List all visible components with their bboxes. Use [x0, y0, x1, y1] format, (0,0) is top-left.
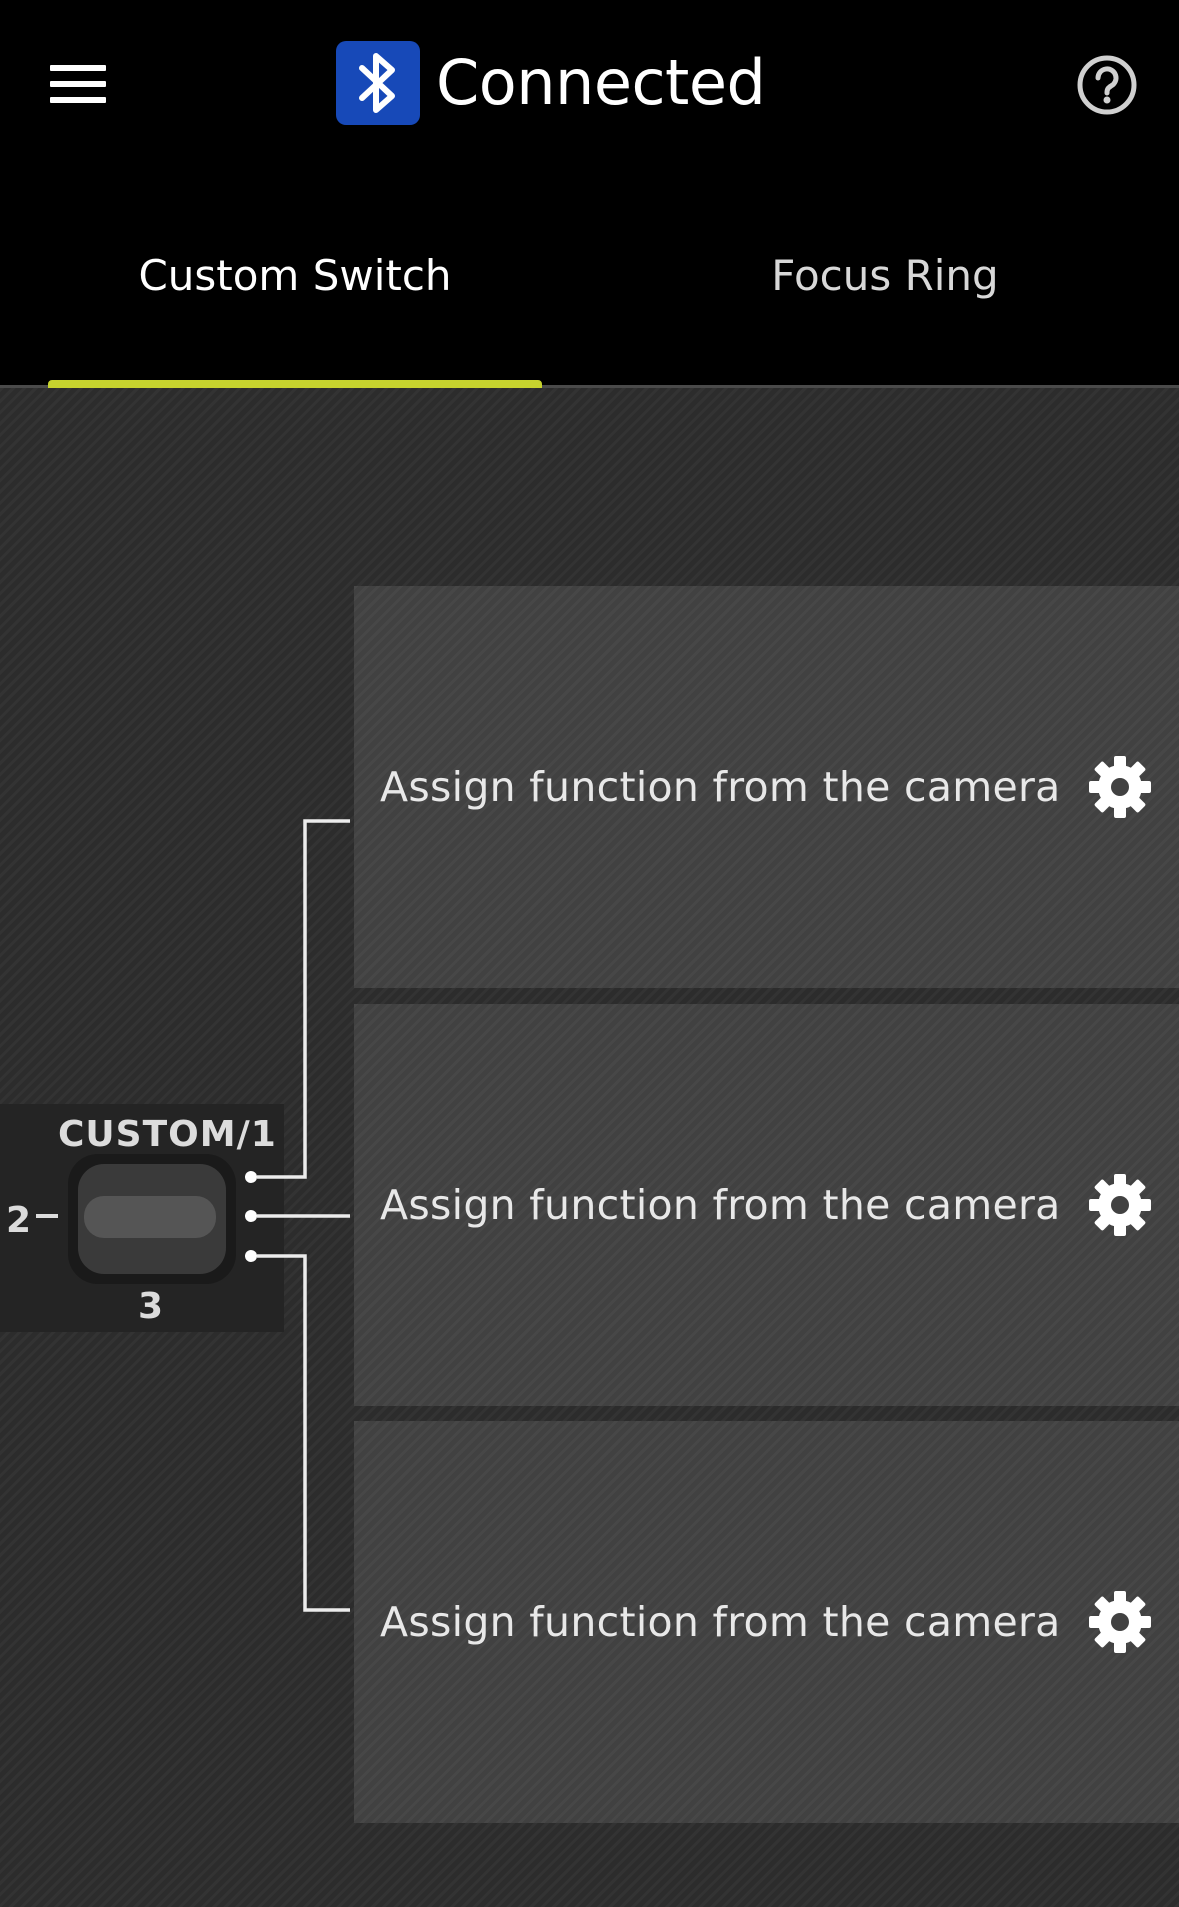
app-root: Connected Custom Switch Focus Ring CUSTO… — [0, 0, 1179, 1907]
top-bar: Connected — [0, 0, 1179, 168]
function-slot-2[interactable]: Assign function from the camera — [354, 1004, 1179, 1406]
function-slot-3[interactable]: Assign function from the camera — [354, 1421, 1179, 1823]
gear-icon[interactable] — [1088, 1173, 1152, 1237]
menu-icon[interactable] — [50, 56, 118, 112]
function-slot-3-label: Assign function from the camera — [380, 1598, 1061, 1646]
function-slot-2-label: Assign function from the camera — [380, 1181, 1061, 1229]
gear-icon[interactable] — [1088, 755, 1152, 819]
bluetooth-icon — [336, 41, 420, 125]
tab-custom-switch[interactable]: Custom Switch — [48, 166, 542, 384]
gear-icon[interactable] — [1088, 1590, 1152, 1654]
connection-status: Connected — [336, 40, 766, 126]
function-slot-1-label: Assign function from the camera — [380, 763, 1061, 811]
connection-status-text: Connected — [436, 46, 766, 119]
custom-switch-panel: CUSTOM/1 2 3 Assign function from the ca… — [0, 388, 1179, 1907]
function-slot-1[interactable]: Assign function from the camera — [354, 586, 1179, 988]
tab-focus-ring[interactable]: Focus Ring — [640, 166, 1130, 384]
active-tab-indicator — [48, 380, 542, 388]
tab-bar: Custom Switch Focus Ring — [0, 166, 1179, 388]
help-icon[interactable] — [1076, 54, 1138, 116]
connector-lines — [257, 819, 350, 1612]
